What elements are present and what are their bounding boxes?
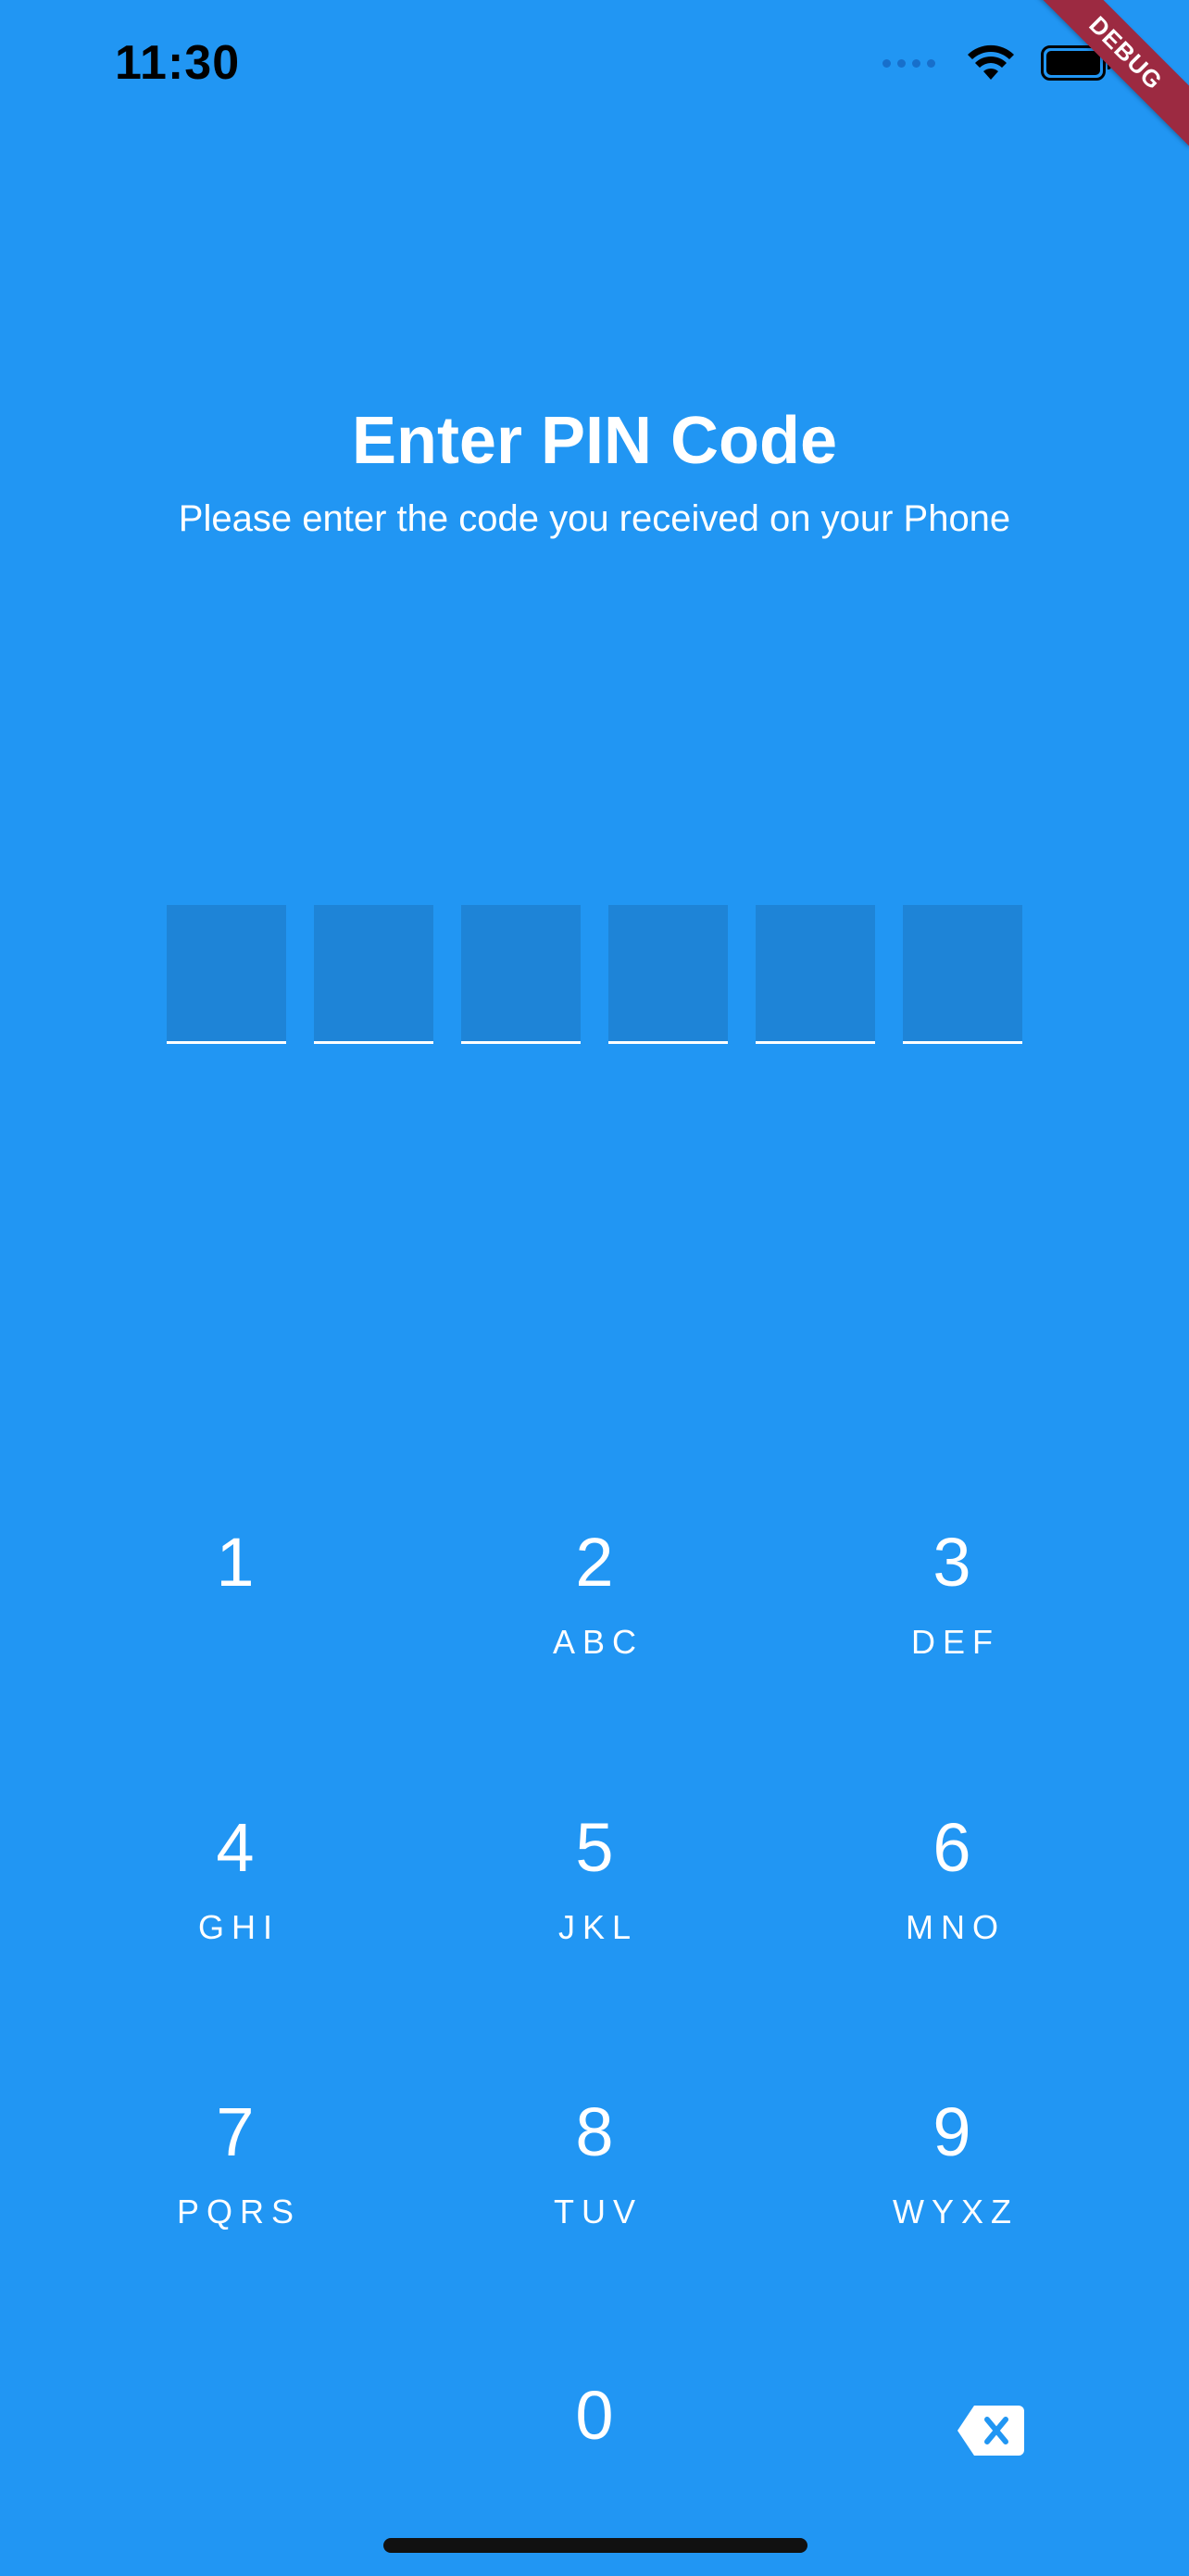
wifi-icon [968,44,1014,80]
cellular-signal-icon [882,58,935,68]
key-letters: DEF [911,1623,1000,1661]
keypad-key-2[interactable]: 2 ABC [474,1501,715,1723]
backspace-icon [957,2406,1024,2456]
key-digit: 7 [216,2093,255,2170]
key-digit: 4 [216,1809,255,1886]
page-subtitle: Please enter the code you received on yo… [178,498,1011,539]
page-title: Enter PIN Code [351,404,838,478]
key-letters: GHI [197,1908,280,1946]
key-digit: 8 [575,2093,614,2170]
pin-input-row[interactable] [167,905,1022,1044]
keypad-key-1[interactable]: 1 [115,1501,356,1723]
status-indicators [882,44,1111,82]
key-digit: 1 [216,1524,255,1601]
key-letters: MNO [906,1908,1006,1946]
backspace-button[interactable] [957,2406,1024,2456]
keypad-key-5[interactable]: 5 JKL [474,1786,715,2008]
key-digit: 3 [932,1524,971,1601]
keypad-key-8[interactable]: 8 TUV [474,2070,715,2293]
key-digit: 9 [932,2093,971,2170]
keypad-key-6[interactable]: 6 MNO [832,1786,1072,2008]
key-digit: 5 [575,1809,614,1886]
pin-digit-box[interactable] [314,905,433,1044]
key-letters: ABC [552,1623,645,1661]
pin-digit-box[interactable] [461,905,581,1044]
pin-digit-box[interactable] [608,905,728,1044]
key-letters: TUV [554,2193,643,2230]
pin-digit-box[interactable] [167,905,286,1044]
key-letters: PQRS [176,2193,302,2230]
status-time: 11:30 [115,36,241,90]
pin-digit-box[interactable] [903,905,1022,1044]
keypad-key-9[interactable]: 9 WYXZ [832,2070,1072,2293]
home-indicator[interactable] [383,2538,807,2553]
key-letters: JKL [557,1908,639,1946]
pin-digit-box[interactable] [756,905,875,1044]
key-digit: 6 [932,1809,971,1886]
key-letters: WYXZ [893,2193,1019,2230]
keypad-key-4[interactable]: 4 GHI [115,1786,356,2008]
keypad-key-3[interactable]: 3 DEF [832,1501,1072,1723]
key-digit: 2 [575,1524,614,1601]
keypad-key-7[interactable]: 7 PQRS [115,2070,356,2293]
key-digit: 0 [575,2377,614,2454]
